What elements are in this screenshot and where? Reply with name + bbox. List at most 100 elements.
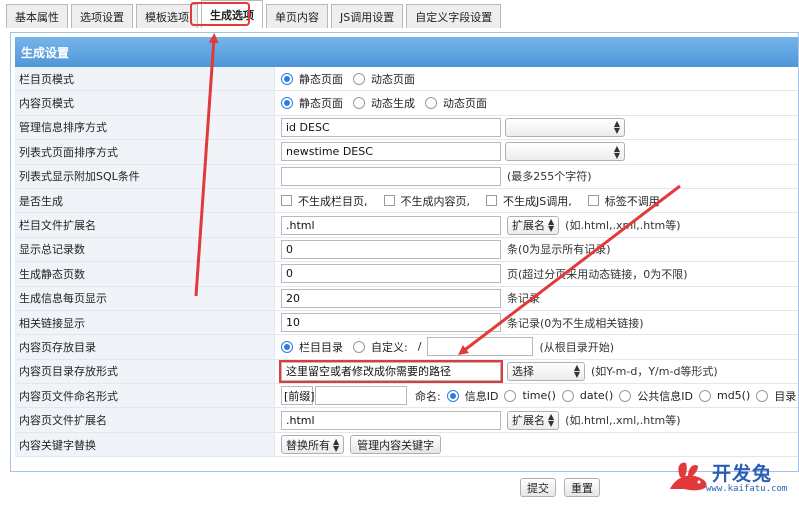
radio-icon — [425, 97, 437, 110]
tab-bar: 基本属性 选项设置 模板选项 生成选项 单页内容 JS调用设置 自定义字段设置 — [0, 0, 799, 32]
naming-label: 命名: — [415, 389, 441, 403]
radio-icon — [353, 72, 365, 85]
row-list-order: 列表式页面排序方式 newstime DESC ▲ ▼ — [15, 140, 798, 165]
row-label: 生成信息每页显示 — [15, 286, 275, 310]
row-label: 管理信息排序方式 — [15, 115, 275, 140]
sql-where-hint: (最多255个字符) — [507, 170, 592, 184]
content-dir-hint: (从根目录开始) — [539, 340, 615, 354]
rabbit-logo-icon — [670, 462, 707, 491]
checkbox-icon — [486, 195, 497, 207]
panel-title: 生成设置 — [15, 37, 798, 67]
naming-date-option[interactable]: date() — [561, 389, 613, 402]
tab-js[interactable]: JS调用设置 — [331, 4, 404, 28]
select-arrows-icon: ▲ ▼ — [573, 363, 580, 380]
content-path-input[interactable]: 这里留空或者修改成你需要的路径 — [279, 359, 503, 383]
watermark-brand: 开发兔 — [712, 463, 773, 485]
radio-icon — [698, 389, 711, 402]
row-label: 内容页存放目录 — [15, 335, 275, 359]
content-ext-input[interactable]: .html — [281, 410, 501, 430]
total-count-hint: 条(0为显示所有记录) — [507, 243, 611, 257]
radio-icon — [619, 389, 632, 402]
content-ext-hint: (如.html,.xml,.htm等) — [565, 414, 681, 428]
content-dir-custom-option[interactable]: 自定义: — [353, 339, 408, 355]
radio-icon — [353, 97, 365, 110]
content-mode-dyngen-option[interactable]: 动态生成 — [353, 95, 415, 111]
naming-md5-option[interactable]: md5() — [698, 389, 750, 402]
radio-icon — [281, 340, 293, 353]
naming-prefix-input[interactable] — [315, 386, 407, 406]
row-label: 是否生成 — [15, 188, 275, 213]
list-ext-select[interactable]: 扩展名 ▲ ▼ — [507, 215, 560, 235]
tab-basic[interactable]: 基本属性 — [6, 4, 68, 28]
submit-button[interactable]: 提交 — [520, 478, 556, 497]
content-mode-dynamic-option[interactable]: 动态页面 — [425, 95, 487, 111]
reset-button[interactable]: 重置 — [564, 478, 600, 497]
row-content-mode: 内容页模式 静态页面 动态生成 动态页面 — [15, 91, 798, 116]
keyword-replace-select[interactable]: 替换所有 ▲ ▼ — [281, 435, 345, 455]
list-mode-static-option[interactable]: 静态页面 — [281, 71, 343, 87]
row-label: 栏目页模式 — [15, 67, 275, 91]
row-content-path: 内容页目录存放形式 这里留空或者修改成你需要的路径 选择 ▲ ▼ (如Y-m-d，Y… — [15, 359, 798, 385]
related-input[interactable]: 10 — [281, 313, 501, 333]
row-keyword: 内容关键字替换 替换所有 ▲ ▼ 管理内容关键字 — [15, 432, 798, 458]
naming-id-option[interactable]: 信息ID — [446, 388, 498, 404]
row-label: 列表式页面排序方式 — [15, 140, 275, 164]
row-label: 列表式显示附加SQL条件 — [15, 164, 275, 188]
settings-rows: 栏目页模式 静态页面 动态页面 内容页模式 静态页面 动态生成 动态页面 管理信… — [15, 67, 798, 458]
admin-order-select[interactable]: ▲ ▼ — [505, 117, 625, 137]
row-content-dir: 内容页存放目录 栏目目录 自定义: / (从根目录开始) — [15, 335, 798, 360]
row-list-mode: 栏目页模式 静态页面 动态页面 — [15, 67, 798, 92]
list-order-input[interactable]: newstime DESC — [281, 142, 501, 162]
row-admin-order: 管理信息排序方式 id DESC ▲ ▼ — [15, 115, 798, 141]
tab-generate[interactable]: 生成选项 — [201, 0, 263, 28]
list-mode-dynamic-option[interactable]: 动态页面 — [353, 71, 415, 87]
content-dir-column-option[interactable]: 栏目目录 — [281, 339, 343, 355]
radio-icon — [756, 389, 769, 402]
naming-time-option[interactable]: time() — [504, 389, 556, 402]
row-label: 内容页文件命名形式 — [15, 384, 275, 408]
static-pages-input[interactable]: 0 — [281, 264, 501, 284]
admin-order-input[interactable]: id DESC — [281, 117, 501, 137]
row-label: 内容页文件扩展名 — [15, 408, 275, 432]
row-generate: 是否生成 不生成栏目页, 不生成内容页, 不生成JS调用, 标签不调用 — [15, 188, 798, 214]
radio-icon — [504, 389, 517, 402]
checkbox-icon — [281, 195, 292, 207]
row-content-ext: 内容页文件扩展名 .html 扩展名 ▲ ▼ (如.html,.xml,.htm等) — [15, 408, 798, 433]
row-per-page: 生成信息每页显示 20 条记录 — [15, 286, 798, 311]
per-page-input[interactable]: 20 — [281, 288, 501, 308]
per-page-hint: 条记录 — [507, 292, 540, 306]
content-path-select[interactable]: 选择 ▲ ▼ — [507, 361, 585, 381]
row-content-naming: 内容页文件命名形式 [前缀] 命名: 信息ID time() date() 公共… — [15, 384, 798, 409]
content-ext-select[interactable]: 扩展名 ▲ ▼ — [507, 410, 560, 430]
watermark-url: www.kaifatu.com — [706, 484, 788, 494]
row-related: 相关链接显示 10 条记录(0为不生成相关链接) — [15, 310, 798, 336]
no-content-checkbox[interactable]: 不生成内容页, — [383, 193, 470, 209]
row-label: 栏目文件扩展名 — [15, 213, 275, 237]
total-count-input[interactable]: 0 — [281, 239, 501, 259]
naming-public-id-option[interactable]: 公共信息ID — [619, 388, 693, 404]
tab-template[interactable]: 模板选项 — [136, 4, 198, 28]
row-label: 内容关键字替换 — [15, 432, 275, 457]
naming-dir-option[interactable]: 目录 — [756, 388, 796, 404]
radio-icon — [561, 389, 574, 402]
list-ext-hint: (如.html,.xml,.htm等) — [565, 219, 681, 233]
tab-custom-fields[interactable]: 自定义字段设置 — [406, 4, 502, 28]
content-mode-static-option[interactable]: 静态页面 — [281, 95, 343, 111]
list-ext-input[interactable]: .html — [281, 215, 501, 235]
no-js-checkbox[interactable]: 不生成JS调用, — [486, 193, 572, 209]
list-order-select[interactable]: ▲ ▼ — [505, 142, 625, 162]
content-dir-slash: / — [417, 340, 422, 354]
tab-options[interactable]: 选项设置 — [71, 4, 133, 28]
select-arrows-icon: ▲ ▼ — [333, 436, 340, 453]
row-label: 内容页目录存放形式 — [15, 359, 275, 384]
select-arrows-icon: ▲ ▼ — [613, 119, 620, 136]
no-list-checkbox[interactable]: 不生成栏目页, — [281, 193, 368, 209]
row-label: 生成静态页数 — [15, 262, 275, 286]
manage-keywords-button[interactable]: 管理内容关键字 — [350, 435, 442, 455]
tab-single-page[interactable]: 单页内容 — [266, 4, 328, 28]
checkbox-icon — [383, 195, 395, 207]
content-dir-input[interactable] — [427, 337, 534, 357]
no-tag-checkbox[interactable]: 标签不调用 — [587, 193, 660, 209]
row-label: 内容页模式 — [15, 91, 275, 115]
sql-where-input[interactable] — [281, 166, 501, 186]
